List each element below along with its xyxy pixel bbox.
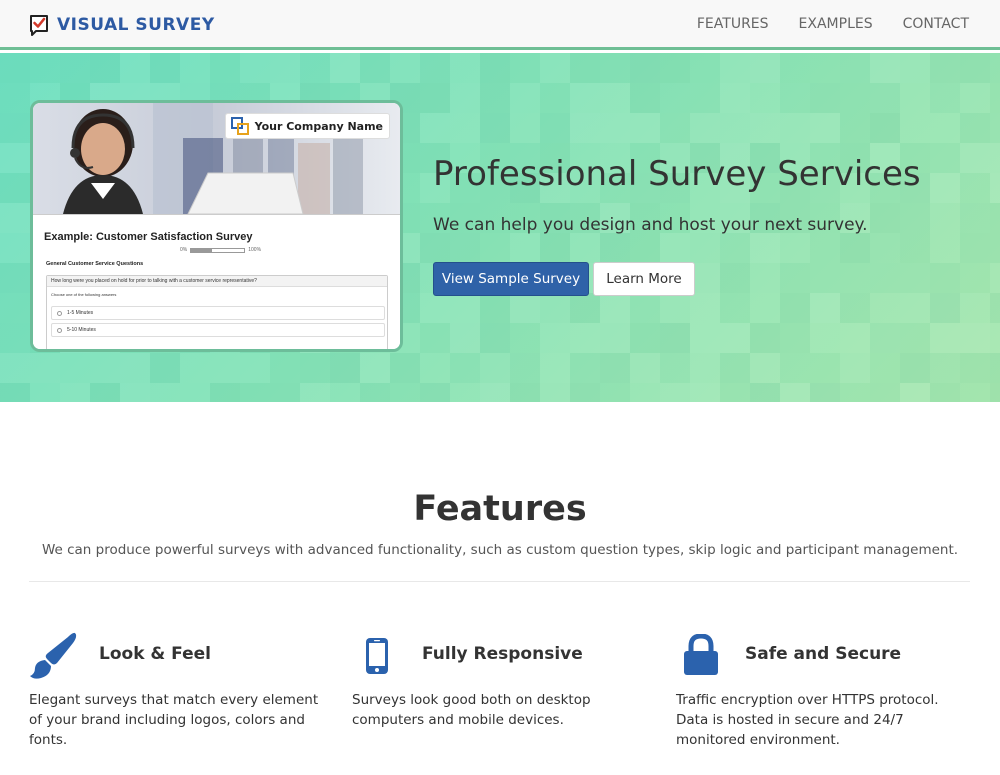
nav-link-features[interactable]: FEATURES bbox=[697, 16, 769, 32]
brand-logo-link[interactable]: VISUAL SURVEY bbox=[29, 13, 215, 37]
nav-link-contact[interactable]: CONTACT bbox=[903, 16, 969, 32]
nav-links: FEATURES EXAMPLES CONTACT bbox=[667, 16, 969, 32]
progress-end-label: 100% bbox=[248, 247, 262, 253]
learn-more-button[interactable]: Learn More bbox=[593, 262, 695, 296]
survey-preview-image: Your Company Name Example: Customer Sati… bbox=[30, 100, 403, 352]
preview-question-box: How long were you placed on hold for pri… bbox=[46, 275, 388, 349]
features-title: Features bbox=[413, 489, 587, 529]
brand-name: VISUAL SURVEY bbox=[57, 15, 215, 35]
question-instruction: Choose one of the following answers bbox=[51, 292, 117, 297]
progress-start-label: 0% bbox=[180, 247, 188, 253]
progress-fill bbox=[191, 248, 213, 252]
answer-option-label: 5-10 Minutes bbox=[67, 327, 96, 333]
answer-option: 5-10 Minutes bbox=[51, 323, 385, 337]
mobile-phone-icon bbox=[366, 638, 388, 674]
paintbrush-icon bbox=[30, 632, 77, 679]
feature-heading: Fully Responsive bbox=[422, 644, 583, 664]
top-navbar: VISUAL SURVEY FEATURES EXAMPLES CONTACT bbox=[0, 0, 1000, 50]
answer-option-label: 1-5 Minutes bbox=[67, 310, 94, 316]
company-name: Your Company Name bbox=[254, 119, 383, 133]
view-sample-survey-button[interactable]: View Sample Survey bbox=[433, 262, 589, 296]
lock-icon bbox=[684, 634, 718, 675]
feature-description: Surveys look good both on desktop comput… bbox=[352, 692, 591, 728]
radio-icon bbox=[57, 310, 62, 316]
features-subtitle: We can produce powerful surveys with adv… bbox=[41, 542, 959, 558]
progress-bar bbox=[190, 247, 246, 253]
features-divider bbox=[29, 581, 970, 582]
checkbox-logo-icon bbox=[30, 15, 48, 36]
preview-progress: 0% 100% bbox=[180, 247, 261, 253]
question-header: How long were you placed on hold for pri… bbox=[47, 276, 387, 287]
company-badge: Your Company Name bbox=[224, 113, 390, 139]
nav-link-examples[interactable]: EXAMPLES bbox=[799, 16, 873, 32]
question-text: How long were you placed on hold for pri… bbox=[51, 278, 257, 284]
hero-title: Professional Survey Services bbox=[433, 154, 921, 194]
hero-subtitle: We can help you design and host your nex… bbox=[433, 215, 868, 235]
preview-section-title: General Customer Service Questions bbox=[46, 261, 144, 267]
preview-photo: Your Company Name bbox=[33, 103, 400, 214]
feature-description: Traffic encryption over HTTPS protocol. … bbox=[676, 692, 939, 748]
feature-description: Elegant surveys that match every element… bbox=[29, 692, 319, 748]
hero-section: Your Company Name Example: Customer Sati… bbox=[0, 53, 1000, 402]
feature-heading: Safe and Secure bbox=[745, 644, 902, 664]
company-logo-icon bbox=[230, 117, 249, 135]
answer-option: 1-5 Minutes bbox=[51, 306, 385, 320]
radio-icon bbox=[57, 327, 62, 333]
feature-heading: Look & Feel bbox=[99, 644, 211, 664]
preview-survey-title: Example: Customer Satisfaction Survey bbox=[44, 231, 253, 243]
